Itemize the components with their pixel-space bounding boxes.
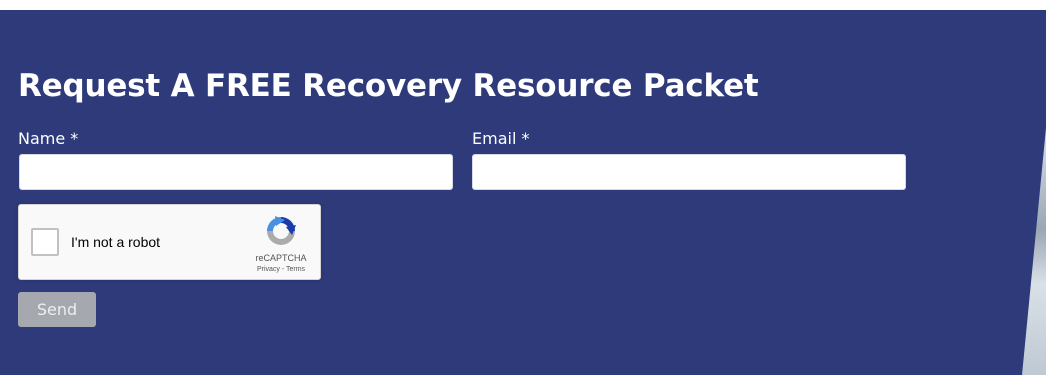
recaptcha-checkbox[interactable] — [31, 228, 59, 256]
form-title: Request A FREE Recovery Resource Packet — [18, 68, 759, 104]
name-label: Name * — [18, 129, 79, 148]
recaptcha-privacy-link[interactable]: Privacy — [257, 266, 280, 273]
recaptcha-logo-icon — [264, 214, 298, 253]
recaptcha-terms-link[interactable]: Terms — [286, 266, 305, 273]
send-button[interactable]: Send — [18, 292, 96, 327]
recaptcha-checkbox-label: I'm not a robot — [71, 234, 161, 250]
form-panel: Request A FREE Recovery Resource Packet … — [0, 10, 1046, 375]
recaptcha-links: Privacy - Terms — [241, 266, 321, 273]
email-field[interactable] — [472, 154, 906, 190]
email-label: Email * — [472, 129, 530, 148]
recaptcha-brand-text: reCAPTCHA — [255, 253, 307, 263]
recaptcha-widget: I'm not a robot reCAPTCHA Privacy - Term… — [18, 204, 321, 280]
name-field[interactable] — [19, 154, 453, 190]
top-white-strip — [0, 0, 1046, 10]
